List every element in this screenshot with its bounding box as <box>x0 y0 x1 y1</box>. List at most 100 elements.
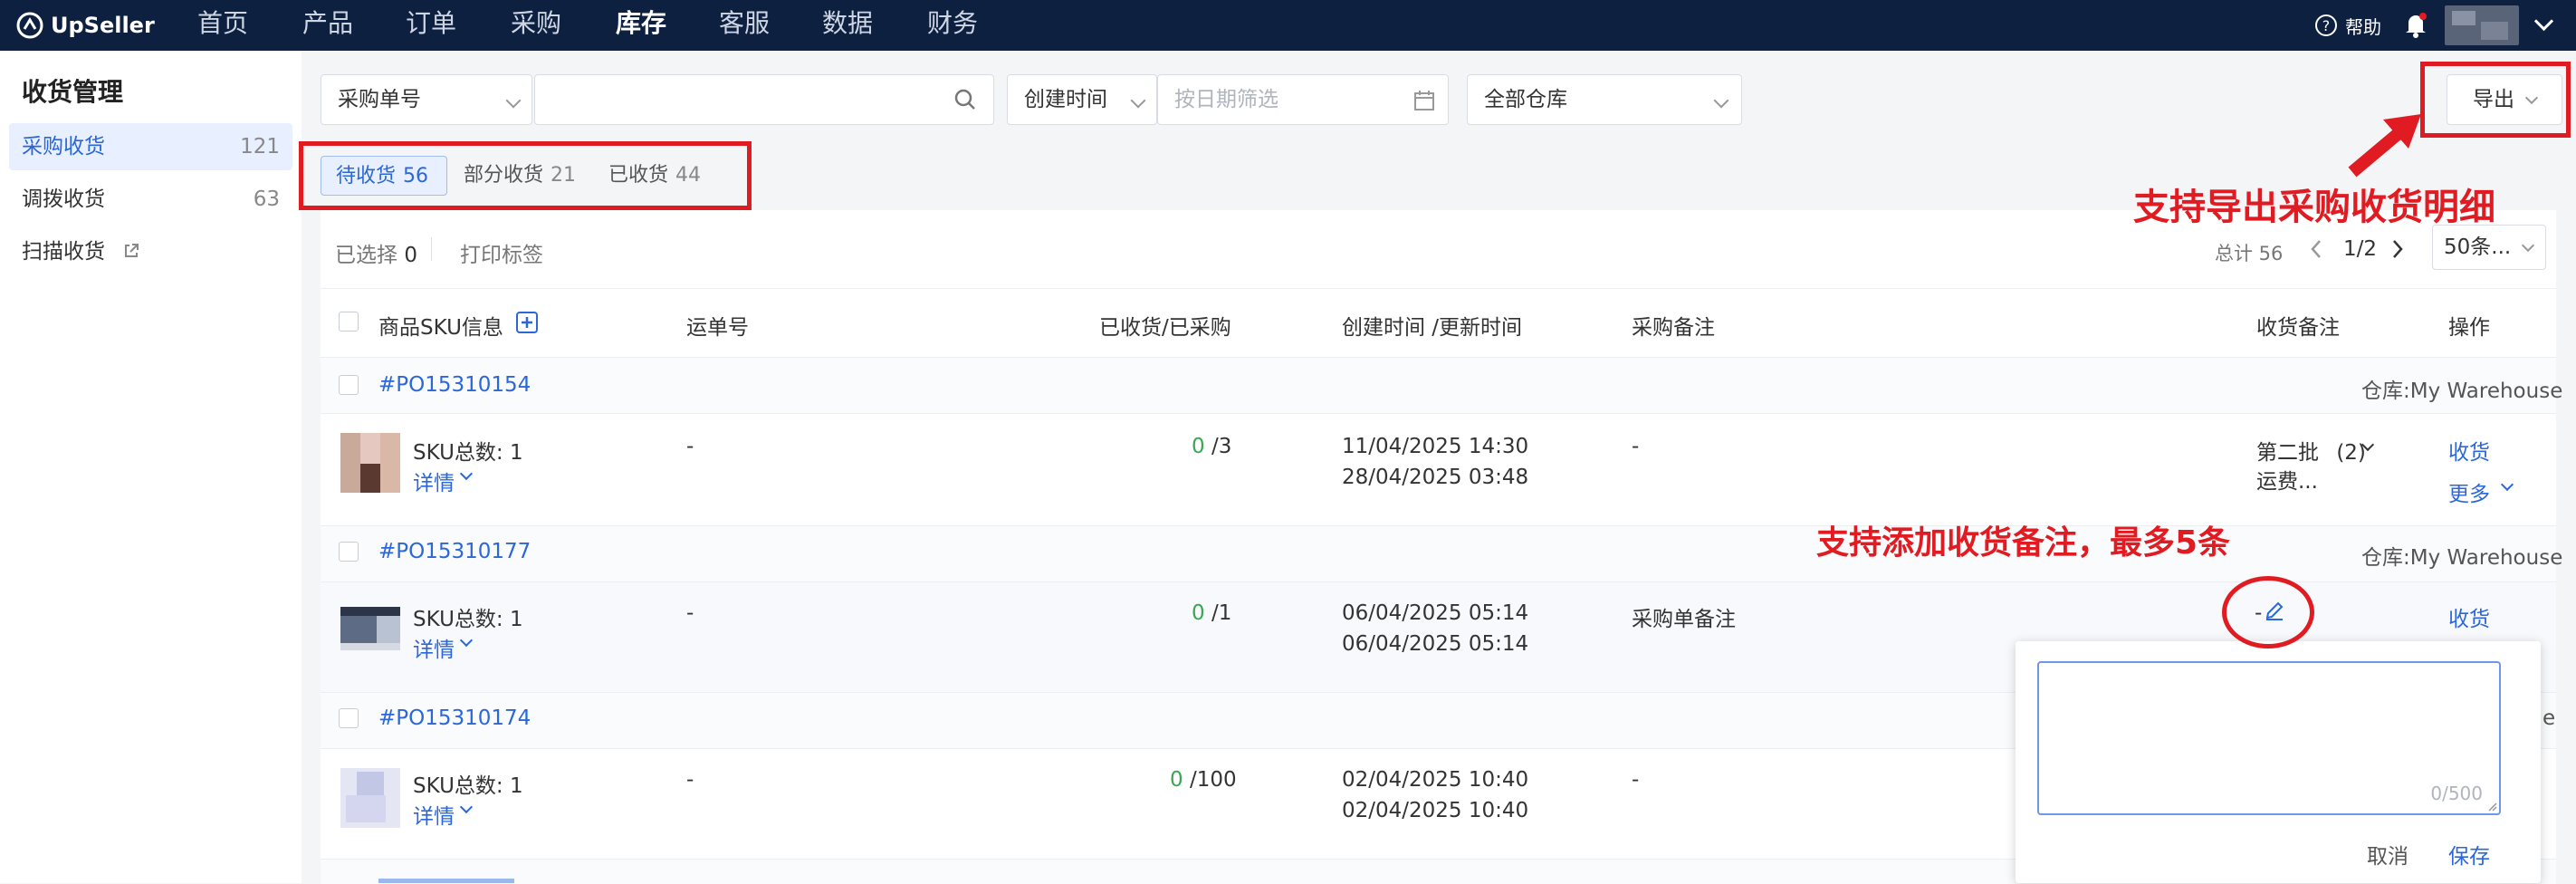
time-type-value: 创建时间 <box>1024 88 1107 111</box>
order-checkbox[interactable] <box>339 542 359 562</box>
prev-page-icon[interactable] <box>2307 237 2325 261</box>
order-checkbox[interactable] <box>339 708 359 728</box>
nav-data[interactable]: 数据 <box>822 0 873 51</box>
select-all-checkbox[interactable] <box>339 312 359 332</box>
detail-label: 详情 <box>413 805 455 829</box>
chevron-down-icon <box>1130 92 1146 109</box>
purchase-note: - <box>1632 768 1640 792</box>
sidebar: 收货管理 采购收货 121 调拨收货 63 扫描收货 <box>0 51 302 883</box>
upseller-logo-icon <box>16 12 43 39</box>
purchased-count: /1 <box>1211 601 1232 625</box>
page-size-value: 50条... <box>2444 235 2512 259</box>
receive-note-dropdown[interactable]: 第二批 (2) <box>2256 435 2375 466</box>
selected-count: 已选择 0 <box>335 237 417 268</box>
product-thumbnail[interactable] <box>340 768 400 828</box>
annotation-arrow-icon <box>2348 114 2421 178</box>
receive-button[interactable]: 收货 <box>2448 435 2490 466</box>
column-header-time: 创建时间 /更新时间 <box>1342 316 1523 340</box>
next-page-icon[interactable] <box>2389 237 2407 261</box>
detail-toggle[interactable]: 详情 <box>413 632 474 663</box>
search-icon[interactable] <box>953 88 977 111</box>
user-avatar[interactable] <box>2445 5 2519 45</box>
help-label: 帮助 <box>2345 15 2381 38</box>
created-time: 02/04/2025 10:40 <box>1342 768 1529 792</box>
nav-purchase[interactable]: 采购 <box>511 0 561 51</box>
po-number-link[interactable]: #PO15310174 <box>378 706 531 730</box>
annotation-export-highlight <box>2420 62 2571 138</box>
receive-note-popover: 0/500 取消 保存 <box>2016 641 2541 883</box>
date-range-input[interactable]: 按日期筛选 <box>1157 74 1449 125</box>
column-header-purchase-note: 采购备注 <box>1632 316 1715 340</box>
logo-text: UpSeller <box>51 13 155 38</box>
order-checkbox[interactable] <box>339 375 359 395</box>
help-link[interactable]: ? 帮助 <box>2314 0 2381 51</box>
sidebar-item-label: 扫描收货 <box>22 240 105 264</box>
warehouse-label: 仓库:My Warehouse <box>2361 546 2563 570</box>
column-header-received: 已收货/已采购 <box>1099 316 1231 340</box>
more-actions-dropdown[interactable]: 更多 <box>2448 476 2514 507</box>
received-count: 0 <box>1170 768 1183 792</box>
nav-home[interactable]: 首页 <box>197 0 248 51</box>
receive-note-textarea[interactable]: 0/500 <box>2037 661 2501 815</box>
po-number-link[interactable]: #PO15310154 <box>378 373 531 397</box>
search-type-select[interactable]: 采购单号 <box>321 74 532 125</box>
receive-note-text: 第二批 <box>2256 441 2319 465</box>
updated-time: 28/04/2025 03:48 <box>1342 466 1529 489</box>
column-header-action: 操作 <box>2448 316 2490 340</box>
po-number-link[interactable]: #PO15310177 <box>378 540 531 563</box>
received-quantity: 0 /1 <box>1192 601 1231 625</box>
user-menu-chevron-down-icon[interactable] <box>2533 11 2554 32</box>
detail-toggle[interactable]: 详情 <box>413 466 474 496</box>
sidebar-item-label: 调拨收货 <box>22 187 105 211</box>
external-link-icon <box>125 244 139 257</box>
sidebar-title: 收货管理 <box>22 77 124 107</box>
created-time: 06/04/2025 05:14 <box>1342 601 1529 625</box>
tracking-number: - <box>686 601 694 625</box>
cancel-button[interactable]: 取消 <box>2367 839 2408 870</box>
toolbar-divider <box>431 237 432 261</box>
nav-customer-service[interactable]: 客服 <box>719 0 770 51</box>
expand-all-plus-icon[interactable] <box>516 312 538 333</box>
detail-label: 详情 <box>413 639 455 662</box>
save-button[interactable]: 保存 <box>2448 839 2490 870</box>
received-quantity: 0 /100 <box>1170 768 1237 792</box>
po-number-link-partial[interactable] <box>378 870 514 883</box>
sidebar-item-transfer-receiving[interactable]: 调拨收货 63 <box>9 176 292 223</box>
search-input[interactable] <box>534 74 994 125</box>
purchase-note: 采购单备注 <box>1632 608 1736 631</box>
detail-label: 详情 <box>413 472 455 495</box>
nav-finance[interactable]: 财务 <box>927 0 978 51</box>
search-type-value: 采购单号 <box>338 88 421 111</box>
chevron-down-icon <box>1713 92 1729 109</box>
notification-bell-icon[interactable] <box>2403 11 2428 43</box>
annotation-export-note: 支持导出采购收货明细 <box>2133 187 2495 228</box>
nav-inventory[interactable]: 库存 <box>616 0 666 51</box>
upseller-logo[interactable]: UpSeller <box>16 9 155 42</box>
sku-count: SKU总数: 1 <box>413 774 523 798</box>
product-thumbnail[interactable] <box>340 433 400 493</box>
detail-toggle[interactable]: 详情 <box>413 799 474 830</box>
receive-note-second: 运费... <box>2256 470 2318 494</box>
selected-value: 0 <box>404 244 417 267</box>
warehouse-select[interactable]: 全部仓库 <box>1467 74 1742 125</box>
sidebar-item-count: 121 <box>240 135 280 159</box>
sidebar-item-purchase-receiving[interactable]: 采购收货 121 <box>9 123 292 170</box>
nav-products[interactable]: 产品 <box>302 0 353 51</box>
purchased-count: /3 <box>1211 435 1232 458</box>
page-size-select[interactable]: 50条... <box>2432 225 2546 270</box>
tracking-number: - <box>686 768 694 792</box>
time-type-select[interactable]: 创建时间 <box>1007 74 1157 125</box>
char-counter: 0/500 <box>2430 783 2483 804</box>
sku-count: SKU总数: 1 <box>413 608 523 631</box>
nav-orders[interactable]: 订单 <box>406 0 456 51</box>
column-header-receive-note: 收货备注 <box>2256 316 2340 340</box>
svg-text:?: ? <box>2322 17 2331 34</box>
product-thumbnail[interactable] <box>340 601 400 656</box>
updated-time: 06/04/2025 05:14 <box>1342 632 1529 656</box>
sidebar-item-scan-receiving[interactable]: 扫描收货 <box>9 228 292 275</box>
receive-button[interactable]: 收货 <box>2448 601 2490 632</box>
annotation-remark-note: 支持添加收货备注，最多5条 <box>1816 524 2231 562</box>
chevron-down-icon <box>2521 238 2535 253</box>
resize-handle-icon[interactable] <box>2486 801 2497 812</box>
print-label-button[interactable]: 打印标签 <box>460 237 543 268</box>
